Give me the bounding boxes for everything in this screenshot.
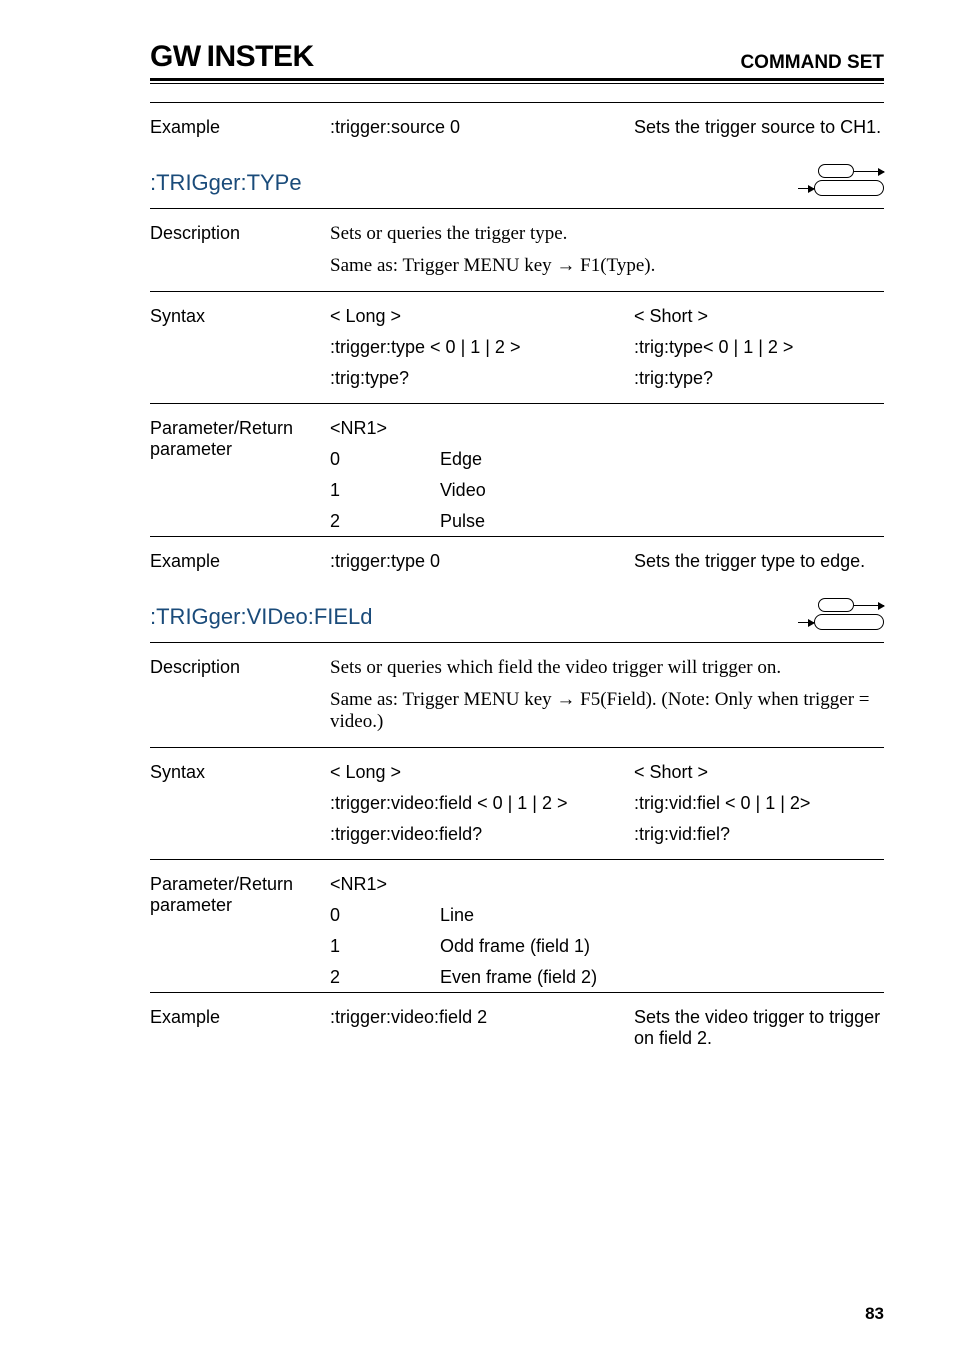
section-title: :TRIGger:VIDeo:FIELd xyxy=(150,604,373,630)
example-command: :trigger:type 0 xyxy=(330,551,624,572)
description-text-2: Same as: Trigger MENU key → F1(Type). xyxy=(330,255,884,277)
param-desc-0: Line xyxy=(440,905,474,925)
short-header: < Short > xyxy=(634,306,884,327)
example-row: Example :trigger:source 0 Sets the trigg… xyxy=(150,103,884,152)
long-form-2: :trig:type? xyxy=(330,368,624,389)
short-header: < Short > xyxy=(634,762,884,783)
long-form-1: :trigger:type < 0 | 1 | 2 > xyxy=(330,337,624,358)
param-desc-1: Video xyxy=(440,480,486,500)
long-form-2: :trigger:video:field? xyxy=(330,824,624,845)
parameter-label-2: parameter xyxy=(150,895,330,916)
description-row: Description Sets or queries the trigger … xyxy=(150,209,884,291)
description-text-1: Sets or queries which field the video tr… xyxy=(330,657,884,679)
syntax-diagram-icon xyxy=(766,164,884,202)
param-value-0: 0 xyxy=(330,449,440,470)
brand-logo: GWINSTEK xyxy=(150,40,314,74)
parameter-label-1: Parameter/Return xyxy=(150,418,330,439)
short-form-1: :trig:vid:fiel < 0 | 1 | 2> xyxy=(634,793,884,814)
example-label: Example xyxy=(150,1007,330,1049)
param-desc-0: Edge xyxy=(440,449,482,469)
short-form-2: :trig:type? xyxy=(634,368,884,389)
nr1-tag: <NR1> xyxy=(330,418,884,439)
param-desc-2: Even frame (field 2) xyxy=(440,967,597,987)
param-value-2: 2 xyxy=(330,511,440,532)
description-label: Description xyxy=(150,223,330,277)
description-text-2: Same as: Trigger MENU key → F5(Field). (… xyxy=(330,689,884,733)
page-number: 83 xyxy=(865,1304,884,1324)
parameter-label-2: parameter xyxy=(150,439,330,460)
example-description: Sets the trigger type to edge. xyxy=(634,551,884,572)
long-form-1: :trigger:video:field < 0 | 1 | 2 > xyxy=(330,793,624,814)
syntax-row: Syntax < Long > :trigger:type < 0 | 1 | … xyxy=(150,292,884,403)
page-title: COMMAND SET xyxy=(740,52,884,74)
example-row: Example :trigger:type 0 Sets the trigger… xyxy=(150,537,884,586)
param-desc-2: Pulse xyxy=(440,511,485,531)
description-row: Description Sets or queries which field … xyxy=(150,643,884,747)
example-command: :trigger:source 0 xyxy=(330,117,624,138)
section-title: :TRIGger:TYPe xyxy=(150,170,302,196)
short-form-2: :trig:vid:fiel? xyxy=(634,824,884,845)
syntax-row: Syntax < Long > :trigger:video:field < 0… xyxy=(150,748,884,859)
example-description: Sets the trigger source to CH1. xyxy=(634,117,884,138)
description-label: Description xyxy=(150,657,330,733)
parameter-row: Parameter/Return parameter <NR1> 0Edge 1… xyxy=(150,404,884,536)
param-value-1: 1 xyxy=(330,936,440,957)
long-header: < Long > xyxy=(330,762,624,783)
syntax-label: Syntax xyxy=(150,762,330,845)
short-form-1: :trig:type< 0 | 1 | 2 > xyxy=(634,337,884,358)
header-rule xyxy=(150,83,884,84)
parameter-row: Parameter/Return parameter <NR1> 0Line 1… xyxy=(150,860,884,992)
section-header: :TRIGger:TYPe xyxy=(150,152,884,209)
brand-part1: GW xyxy=(150,40,201,73)
nr1-tag: <NR1> xyxy=(330,874,884,895)
param-value-1: 1 xyxy=(330,480,440,501)
syntax-diagram-icon xyxy=(766,598,884,636)
long-header: < Long > xyxy=(330,306,624,327)
example-label: Example xyxy=(150,551,330,572)
example-row: Example :trigger:video:field 2 Sets the … xyxy=(150,993,884,1063)
example-command: :trigger:video:field 2 xyxy=(330,1007,624,1049)
description-text-1: Sets or queries the trigger type. xyxy=(330,223,884,245)
param-value-2: 2 xyxy=(330,967,440,988)
example-label: Example xyxy=(150,117,330,138)
syntax-label: Syntax xyxy=(150,306,330,389)
example-description: Sets the video trigger to trigger on fie… xyxy=(634,1007,884,1049)
section-header: :TRIGger:VIDeo:FIELd xyxy=(150,586,884,643)
param-desc-1: Odd frame (field 1) xyxy=(440,936,590,956)
page-header: GWINSTEK COMMAND SET xyxy=(150,40,884,81)
param-value-0: 0 xyxy=(330,905,440,926)
parameter-label-1: Parameter/Return xyxy=(150,874,330,895)
brand-part2: INSTEK xyxy=(207,40,314,73)
